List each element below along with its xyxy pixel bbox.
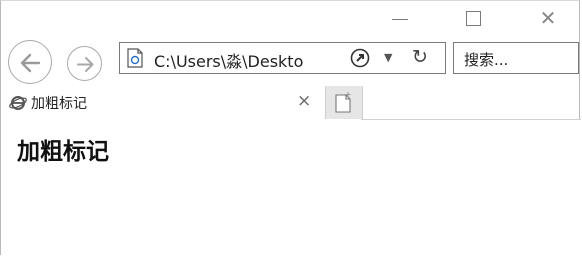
search-box[interactable]: 搜索... <box>453 42 579 74</box>
tab-close-icon[interactable]: × <box>297 91 311 111</box>
address-text[interactable]: C:\Users\淼\Deskto <box>154 48 342 72</box>
ie-icon <box>9 96 27 110</box>
minimize-icon[interactable] <box>389 7 411 29</box>
search-input[interactable]: 搜索... <box>464 49 508 70</box>
address-dropdown-icon[interactable]: ▼ <box>384 51 392 64</box>
close-window-icon[interactable]: ✕ <box>537 7 559 29</box>
maximize-icon[interactable] <box>463 7 485 29</box>
navigation-bar: C:\Users\淼\Deskto ▼ ↻ 搜索... <box>1 37 581 85</box>
back-arrow-icon <box>20 53 41 73</box>
tab-title: 加粗标记 <box>31 96 87 112</box>
page-icon <box>127 48 143 68</box>
page-content: 加粗标记 <box>1 120 581 256</box>
browser-window: ✕ C:\Users\淼\Deskto ▼ ↻ 搜索... 加粗标记 × 加粗标… <box>0 0 581 256</box>
new-tab-icon <box>335 92 351 113</box>
forward-arrow-icon <box>77 57 94 72</box>
forward-button[interactable] <box>67 46 102 81</box>
compatibility-view-icon[interactable] <box>350 48 370 68</box>
tab-active[interactable]: 加粗标记 × <box>1 86 324 120</box>
new-tab-button[interactable] <box>325 86 363 119</box>
page-heading: 加粗标记 <box>17 138 109 165</box>
address-bar[interactable]: C:\Users\淼\Deskto ▼ ↻ <box>119 42 446 74</box>
refresh-icon[interactable]: ↻ <box>412 46 428 68</box>
back-button[interactable] <box>8 40 52 84</box>
tab-bar: 加粗标记 × <box>1 86 581 120</box>
